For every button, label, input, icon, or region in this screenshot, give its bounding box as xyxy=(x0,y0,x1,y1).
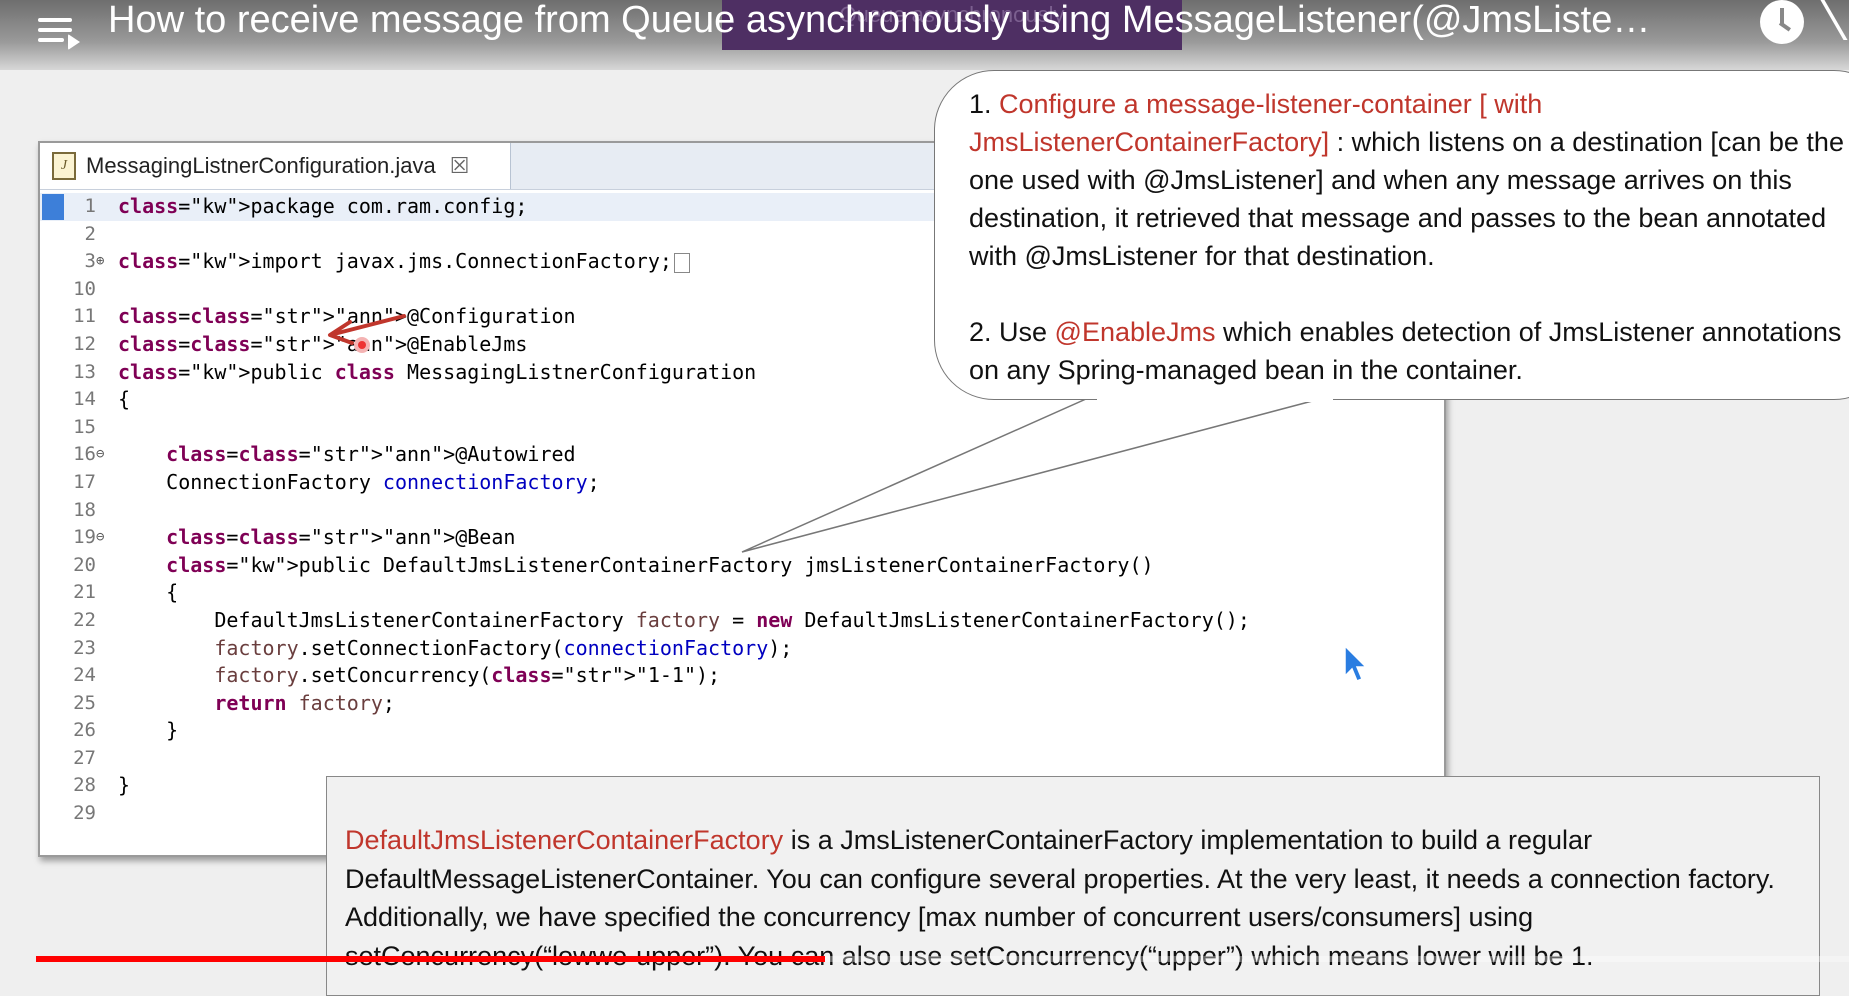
line-number: 25 xyxy=(73,691,96,714)
code-text: class=class="str">"ann">@Autowired xyxy=(166,442,576,467)
line-number: 2 xyxy=(84,222,96,245)
point-highlight: @EnableJms xyxy=(1054,317,1216,347)
code-text: class="kw">package com.ram.config; xyxy=(118,194,528,218)
line-number: 16 xyxy=(73,443,96,466)
line-number: 13 xyxy=(73,360,96,383)
code-text: DefaultJmsListenerContainerFactory facto… xyxy=(118,607,1250,632)
line-number: 23 xyxy=(73,636,96,659)
code-line[interactable]: 22 DefaultJmsListenerContainerFactory fa… xyxy=(40,607,1444,635)
note-highlight: DefaultJmsListenerContainerFactory xyxy=(345,825,784,855)
tab-label: MessagingListnerConfiguration.java xyxy=(86,153,436,178)
code-text: class=class="str">"ann">@EnableJms xyxy=(118,331,528,356)
code-line[interactable]: 21 { xyxy=(40,579,1444,607)
code-line[interactable]: 23 factory.setConnectionFactory(connecti… xyxy=(40,635,1444,663)
folded-imports-icon[interactable] xyxy=(673,252,690,273)
code-line[interactable]: 16 ⊖ class=class="str">"ann">@Autowired xyxy=(40,441,1444,469)
code-text: class="kw">public class MessagingListner… xyxy=(118,359,757,384)
code-text: class="kw">public DefaultJmsListenerCont… xyxy=(166,552,1154,577)
line-number: 10 xyxy=(73,277,96,300)
close-icon[interactable]: ☒ xyxy=(450,154,470,179)
code-text: return factory; xyxy=(214,690,395,715)
explanation-callout: 1. Configure a message-listener-containe… xyxy=(934,70,1849,400)
code-line[interactable]: 15 xyxy=(40,414,1444,442)
code-line[interactable]: 17 ConnectionFactory connectionFactory; xyxy=(40,469,1444,497)
line-number: 3 xyxy=(84,250,96,273)
code-text: factory.setConcurrency(class="str">"1-1"… xyxy=(214,663,721,688)
explanation-note: DefaultJmsListenerContainerFactory is a … xyxy=(326,776,1820,996)
code-line[interactable]: 20 class="kw">public DefaultJmsListenerC… xyxy=(40,552,1444,580)
point-number: 2. Use xyxy=(969,317,1055,347)
code-line[interactable]: 27 xyxy=(40,745,1444,773)
line-number: 15 xyxy=(73,415,96,438)
line-number: 20 xyxy=(73,553,96,576)
clock-icon[interactable] xyxy=(1760,0,1804,44)
line-number: 29 xyxy=(73,802,96,825)
code-text: class=class="str">"ann">@Configuration xyxy=(118,304,576,329)
collapse-icon[interactable]: ⊖ xyxy=(96,530,110,544)
playlist-icon[interactable] xyxy=(38,14,82,50)
code-text: ConnectionFactory connectionFactory; xyxy=(118,469,600,494)
code-text: } xyxy=(118,773,131,798)
code-line[interactable]: 24 factory.setConcurrency(class="str">"1… xyxy=(40,662,1444,690)
line-number: 14 xyxy=(73,388,96,411)
callout-point-1: 1. Configure a message-listener-containe… xyxy=(969,85,1849,275)
line-number: 18 xyxy=(73,498,96,521)
line-number: 1 xyxy=(84,195,96,217)
callout-point-2: 2. Use @EnableJms which enables detectio… xyxy=(969,313,1849,389)
code-text: class=class="str">"ann">@Bean xyxy=(166,525,516,550)
code-line[interactable]: 26 } xyxy=(40,717,1444,745)
code-text: { xyxy=(118,387,131,412)
video-title[interactable]: How to receive message from Queue asynch… xyxy=(108,0,1748,48)
code-text: factory.setConnectionFactory(connectionF… xyxy=(214,635,793,660)
code-line[interactable]: 19 ⊖ class=class="str">"ann">@Bean xyxy=(40,524,1444,552)
code-line[interactable]: 25 return factory; xyxy=(40,690,1444,718)
line-number: 22 xyxy=(73,608,96,631)
point-number: 1. xyxy=(969,89,1000,119)
cursor-highlight-dot xyxy=(354,336,370,353)
code-text: class="kw">import javax.jms.ConnectionFa… xyxy=(118,248,690,276)
line-number: 11 xyxy=(73,305,96,328)
code-text: { xyxy=(118,580,179,605)
editor-tab[interactable]: J MessagingListnerConfiguration.java ☒ xyxy=(40,143,511,189)
progress-fill xyxy=(36,956,825,962)
code-line[interactable]: 18 xyxy=(40,497,1444,525)
line-number: 21 xyxy=(73,581,96,604)
line-number: 27 xyxy=(73,746,96,769)
java-file-icon: J xyxy=(52,152,76,180)
collapse-icon[interactable]: ⊖ xyxy=(96,447,110,461)
line-number: 26 xyxy=(73,719,96,742)
line-number: 28 xyxy=(73,774,96,797)
line-number: 12 xyxy=(73,332,96,355)
video-progress-bar[interactable] xyxy=(36,956,1849,962)
code-text: } xyxy=(118,718,179,743)
expand-icon[interactable]: ⊕ xyxy=(96,254,110,268)
line-number: 17 xyxy=(73,470,96,493)
line-number: 19 xyxy=(73,526,96,549)
line-number: 24 xyxy=(73,664,96,687)
